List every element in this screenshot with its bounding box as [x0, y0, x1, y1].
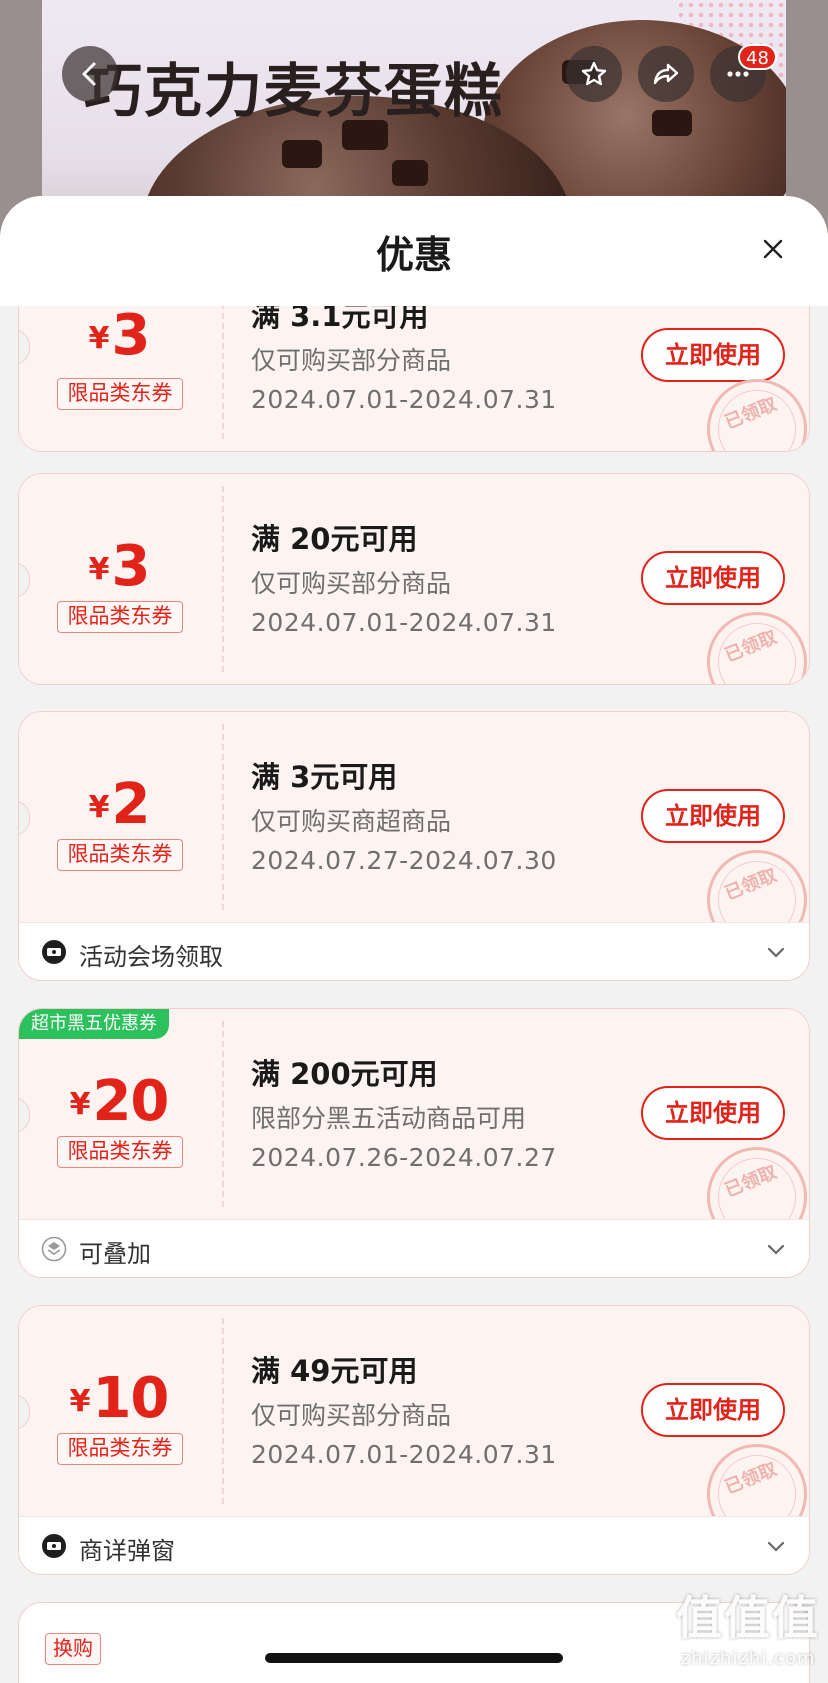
- coupon-amount: ¥3: [88, 306, 151, 368]
- share-icon: [653, 63, 679, 85]
- coupon-source-label: 活动会场领取: [79, 943, 223, 971]
- use-now-button[interactable]: 立即使用: [641, 1086, 785, 1140]
- coupon-condition: 满 49元可用: [251, 1354, 418, 1388]
- share-button[interactable]: [638, 46, 694, 102]
- coupon-scope: 仅可购买商超商品: [251, 807, 452, 836]
- use-now-button[interactable]: 立即使用: [641, 789, 785, 843]
- coupon-card: 超市黑五优惠券 ¥20 限品类东券 满 200元可用 限部分黑五活动商品可用 2…: [18, 1008, 810, 1278]
- coupon-card: ¥2 限品类东券 满 3元可用 仅可购买商超商品 2024.07.27-2024…: [18, 711, 810, 981]
- coupon-stackable-row[interactable]: 可叠加: [19, 1219, 809, 1277]
- coupon-ticket: ¥2 限品类东券 满 3元可用 仅可购买商超商品 2024.07.27-2024…: [19, 712, 809, 966]
- coupon-type-tag: 限品类东券: [57, 839, 183, 871]
- coupon-ticket: ¥3 限品类东券 满 20元可用 仅可购买部分商品 2024.07.01-202…: [19, 474, 809, 684]
- coupon-dates: 2024.07.01-2024.07.31: [251, 608, 557, 637]
- claimed-stamp: 已领取: [691, 596, 809, 684]
- back-button[interactable]: [62, 46, 118, 102]
- dashed-divider: [222, 306, 224, 439]
- coupon-card: ¥10 限品类东券 满 49元可用 仅可购买部分商品 2024.07.01-20…: [18, 1305, 810, 1575]
- notification-badge: 48: [738, 44, 777, 70]
- coupon-type-tag: 限品类东券: [57, 1136, 183, 1168]
- coupon-condition: 满 200元可用: [251, 1057, 438, 1091]
- coupon-condition: 满 3元可用: [251, 760, 398, 794]
- coupon-dates: 2024.07.26-2024.07.27: [251, 1143, 557, 1172]
- dashed-divider: [222, 1021, 224, 1207]
- coupon-list[interactable]: ¥3 限品类东券 满 3.1元可用 仅可购买部分商品 2024.07.01-20…: [0, 306, 828, 1683]
- use-now-button[interactable]: 立即使用: [641, 551, 785, 605]
- coupon-ticket: 超市黑五优惠券 ¥20 限品类东券 满 200元可用 限部分黑五活动商品可用 2…: [19, 1009, 809, 1263]
- chocolate-chip: [282, 140, 322, 168]
- coupon-scope: 限部分黑五活动商品可用: [251, 1104, 527, 1133]
- coupon-stackable-label: 可叠加: [79, 1240, 151, 1268]
- product-title: 巧克力麦芬蛋糕: [84, 57, 505, 125]
- chevron-down-icon: [767, 1244, 785, 1255]
- coupon-sheet: 优惠 ¥3 限品类东券 满 3.1元可用 仅可购买部分商品 2024.07.01…: [0, 196, 828, 1683]
- coupon-card: ¥3 限品类东券 满 20元可用 仅可购买部分商品 2024.07.01-202…: [18, 473, 810, 685]
- use-now-button[interactable]: 立即使用: [641, 328, 785, 382]
- home-indicator[interactable]: [265, 1653, 563, 1663]
- stack-icon: [41, 1236, 67, 1262]
- coupon-amount: ¥10: [69, 1366, 170, 1431]
- coupon-scope: 仅可购买部分商品: [251, 1401, 452, 1430]
- coupon-type-tag: 限品类东券: [57, 378, 183, 410]
- coupon-scope: 仅可购买部分商品: [251, 569, 452, 598]
- coupon-type-tag: 限品类东券: [57, 601, 183, 633]
- watermark-url: zhizhizhi.com: [680, 1648, 816, 1669]
- dashed-divider: [222, 1318, 224, 1504]
- star-icon: [581, 61, 607, 86]
- chocolate-chip: [392, 160, 428, 186]
- close-icon[interactable]: [758, 234, 788, 264]
- site-watermark: 值值值 zhizhizhi.com: [676, 1582, 820, 1669]
- coupon-amount: ¥3: [88, 534, 151, 599]
- ticket-source-icon: [42, 1534, 66, 1558]
- sheet-header: 优惠: [0, 196, 828, 306]
- sheet-title: 优惠: [375, 233, 452, 277]
- exchange-tag: 换购: [45, 1633, 101, 1665]
- chocolate-chip: [652, 110, 692, 136]
- coupon-amount: ¥20: [69, 1069, 170, 1134]
- coupon-type-tag: 限品类东券: [57, 1433, 183, 1465]
- dashed-divider: [222, 724, 224, 910]
- coupon-source-label: 商详弹窗: [79, 1537, 175, 1565]
- coupon-source-row[interactable]: 活动会场领取: [19, 922, 809, 980]
- watermark-logo: 值值值: [676, 1591, 820, 1645]
- favorite-button[interactable]: [566, 46, 622, 102]
- use-now-button[interactable]: 立即使用: [641, 1383, 785, 1437]
- dashed-divider: [222, 486, 224, 672]
- coupon-dates: 2024.07.27-2024.07.30: [251, 846, 557, 875]
- coupon-amount: ¥2: [88, 772, 151, 837]
- promo-ribbon: 超市黑五优惠券: [19, 1009, 169, 1039]
- coupon-source-row[interactable]: 商详弹窗: [19, 1516, 809, 1574]
- chevron-left-icon: [82, 62, 96, 86]
- coupon-condition: 满 3.1元可用: [251, 306, 429, 333]
- ticket-source-icon: [42, 940, 66, 964]
- coupon-card: ¥3 限品类东券 满 3.1元可用 仅可购买部分商品 2024.07.01-20…: [18, 306, 810, 452]
- coupon-ticket: ¥3 限品类东券 满 3.1元可用 仅可购买部分商品 2024.07.01-20…: [19, 306, 809, 451]
- chevron-down-icon: [767, 1541, 785, 1552]
- coupon-dates: 2024.07.01-2024.07.31: [251, 1440, 557, 1469]
- coupon-dates: 2024.07.01-2024.07.31: [251, 385, 557, 414]
- coupon-ticket: ¥10 限品类东券 满 49元可用 仅可购买部分商品 2024.07.01-20…: [19, 1306, 809, 1560]
- coupon-condition: 满 20元可用: [251, 522, 418, 556]
- chevron-down-icon: [767, 947, 785, 958]
- coupon-scope: 仅可购买部分商品: [251, 346, 452, 375]
